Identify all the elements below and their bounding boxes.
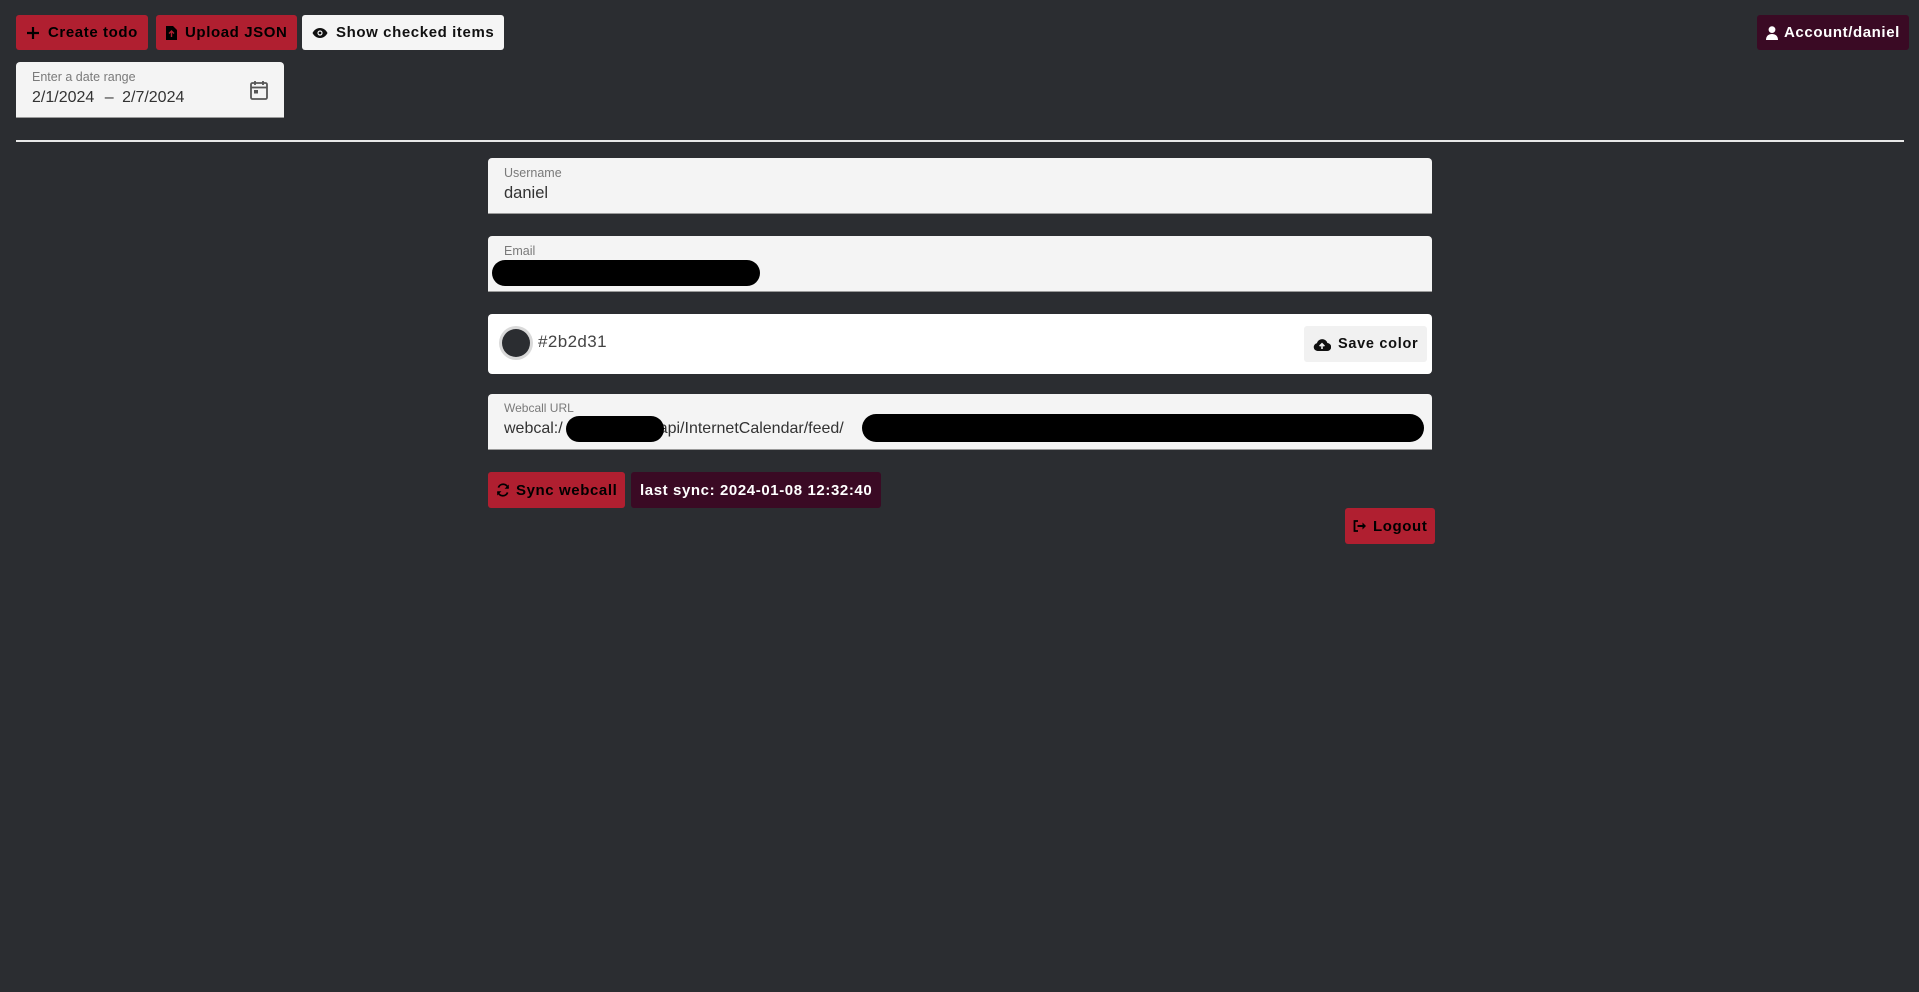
header-divider [16,140,1904,142]
last-sync-badge: last sync: 2024-01-08 12:32:40 [631,472,882,508]
account-button[interactable]: Account/daniel [1757,15,1909,50]
file-upload-icon [166,25,177,40]
email-label: Email [504,244,536,258]
email-field[interactable]: Email [488,236,1432,292]
logout-button[interactable]: Logout [1345,508,1436,544]
webcall-redaction-host [566,416,664,442]
webcall-url-field[interactable]: Webcall URL webcal:/ api/InternetCalendar… [488,394,1432,450]
sync-webcall-label: Sync webcall [516,481,618,499]
username-label: Username [504,166,562,180]
calendar-icon[interactable] [250,80,268,105]
sync-webcall-button[interactable]: Sync webcall [488,472,626,508]
date-range-label: Enter a date range [32,70,136,84]
logout-label: Logout [1373,517,1428,535]
logout-icon [1353,520,1367,532]
last-sync-text: last sync: 2024-01-08 12:32:40 [640,481,873,499]
create-todo-button[interactable]: Create todo [16,15,148,50]
save-color-button[interactable]: Save color [1304,326,1428,362]
eye-icon [312,27,328,39]
color-swatch[interactable] [502,329,530,357]
username-input[interactable]: daniel [504,184,548,203]
email-redaction [492,260,760,286]
color-hex-input[interactable]: #2b2d31 [538,332,607,352]
save-color-label: Save color [1338,336,1419,352]
date-range-end[interactable]: 2/7/2024 [122,89,184,106]
date-range-field[interactable]: Enter a date range 2/1/2024 – 2/7/2024 [16,62,284,118]
plus-icon [26,26,40,40]
webcall-url-input[interactable]: webcal:/ api/InternetCalendar/feed/ [504,420,844,438]
upload-json-label: Upload JSON [185,24,288,41]
create-todo-label: Create todo [48,24,138,41]
upload-json-button[interactable]: Upload JSON [156,15,298,50]
date-range-value: 2/1/2024 – 2/7/2024 [32,89,184,107]
webcall-url-label: Webcall URL [504,401,574,415]
user-icon [1766,25,1778,40]
date-range-separator: – [104,89,114,106]
webcall-redaction-token [862,414,1424,442]
refresh-icon [496,483,510,497]
webcall-url-path: api/InternetCalendar/feed/ [658,420,844,437]
webcall-url-prefix: webcal:/ [504,420,563,437]
cloud-upload-icon [1313,338,1331,351]
username-field[interactable]: Username daniel [488,158,1432,214]
date-range-start[interactable]: 2/1/2024 [32,89,94,106]
account-label: Account/daniel [1784,24,1900,41]
show-checked-items-button[interactable]: Show checked items [302,15,505,50]
color-picker-card: #2b2d31 Save color [488,314,1432,374]
show-checked-items-label: Show checked items [336,24,495,41]
